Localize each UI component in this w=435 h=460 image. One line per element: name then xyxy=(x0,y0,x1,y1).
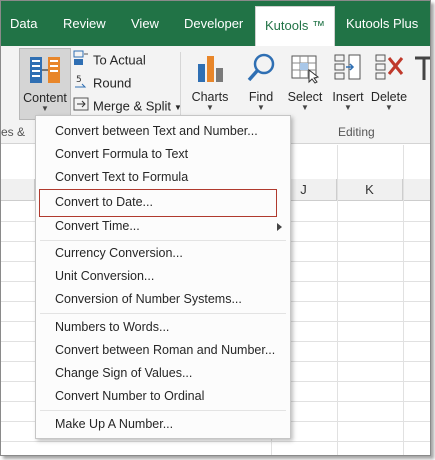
menu-item-roman-number[interactable]: Convert between Roman and Number... xyxy=(36,339,290,362)
chevron-down-icon: ▼ xyxy=(344,103,352,112)
tab-kutools[interactable]: Kutools ™ xyxy=(255,6,335,51)
tab-view[interactable]: View xyxy=(131,1,159,46)
menu-item-number-systems[interactable]: Conversion of Number Systems... xyxy=(36,288,290,311)
round-icon: 5 xyxy=(73,73,89,95)
group-label-partial: es & xyxy=(1,125,26,139)
menu-item-numbers-to-words[interactable]: Numbers to Words... xyxy=(36,316,290,339)
delete-button[interactable]: Delete ▼ xyxy=(369,52,409,112)
menu-item-convert-time[interactable]: Convert Time... xyxy=(36,215,290,238)
menu-item-currency-conversion[interactable]: Currency Conversion... xyxy=(36,242,290,265)
find-label: Find xyxy=(248,90,274,104)
delete-icon xyxy=(374,52,404,84)
menu-separator xyxy=(40,240,286,241)
delete-label: Delete xyxy=(370,90,408,104)
insert-label: Insert xyxy=(332,90,364,104)
tab-review[interactable]: Review xyxy=(63,1,106,46)
tab-data[interactable]: Data xyxy=(10,1,37,46)
charts-button[interactable]: Charts ▼ xyxy=(187,52,233,112)
tab-developer[interactable]: Developer xyxy=(184,1,243,46)
svg-text:5: 5 xyxy=(76,75,82,85)
column-header-blank xyxy=(1,179,35,201)
select-label: Select xyxy=(287,90,323,104)
magnifier-icon xyxy=(246,52,276,84)
menu-item-make-up-number[interactable]: Make Up A Number... xyxy=(36,413,290,436)
tab-kutools-plus[interactable]: Kutools Plus xyxy=(346,1,418,46)
find-button[interactable]: Find ▼ xyxy=(241,52,281,112)
bar-chart-icon xyxy=(195,52,225,84)
ribbon-tab-bar: Data Review View Developer Kutools ™ Kut… xyxy=(1,1,430,51)
to-actual-button[interactable]: To Actual xyxy=(73,50,146,70)
chevron-down-icon: ▼ xyxy=(206,103,214,112)
group-label-editing: Editing xyxy=(338,125,375,139)
menu-item-change-sign[interactable]: Change Sign of Values... xyxy=(36,362,290,385)
menu-item-convert-text-number[interactable]: Convert between Text and Number... xyxy=(36,120,290,143)
chevron-down-icon: ▼ xyxy=(257,103,265,112)
grid-line xyxy=(1,441,430,442)
merge-split-label: Merge & Split xyxy=(93,98,172,114)
excel-window: Data Review View Developer Kutools ™ Kut… xyxy=(0,0,431,456)
menu-item-text-to-formula[interactable]: Convert Text to Formula xyxy=(36,166,290,189)
chevron-down-icon: ▼ xyxy=(385,103,393,112)
menu-item-convert-time-label: Convert Time... xyxy=(55,219,140,233)
menu-item-formula-to-text[interactable]: Convert Formula to Text xyxy=(36,143,290,166)
menu-item-unit-conversion[interactable]: Unit Conversion... xyxy=(36,265,290,288)
chevron-down-icon: ▼ xyxy=(301,103,309,112)
charts-label: Charts xyxy=(191,90,229,104)
chevron-down-icon: ▼ xyxy=(41,104,49,113)
column-header-k[interactable]: K xyxy=(337,179,403,201)
menu-separator xyxy=(40,313,286,314)
merge-split-button[interactable]: Merge & Split ▼ xyxy=(73,96,182,116)
menu-separator xyxy=(40,410,286,411)
select-grid-icon xyxy=(290,52,320,84)
menu-item-number-to-ordinal[interactable]: Convert Number to Ordinal xyxy=(36,385,290,408)
round-button[interactable]: 5 Round xyxy=(73,73,131,93)
content-dropdown-menu: Convert between Text and Number... Conve… xyxy=(35,115,291,439)
text-tool-icon[interactable] xyxy=(413,54,430,86)
round-label: Round xyxy=(93,75,132,91)
highlight-box xyxy=(39,189,277,217)
insert-button[interactable]: Insert ▼ xyxy=(327,52,369,112)
submenu-arrow-icon xyxy=(277,223,282,231)
content-button[interactable]: Content ▼ xyxy=(19,48,71,120)
select-button[interactable]: Select ▼ xyxy=(285,52,325,112)
content-icon xyxy=(28,53,62,87)
to-actual-icon xyxy=(73,50,89,72)
insert-icon xyxy=(333,52,363,84)
to-actual-label: To Actual xyxy=(93,52,146,68)
content-label: Content xyxy=(23,91,67,105)
